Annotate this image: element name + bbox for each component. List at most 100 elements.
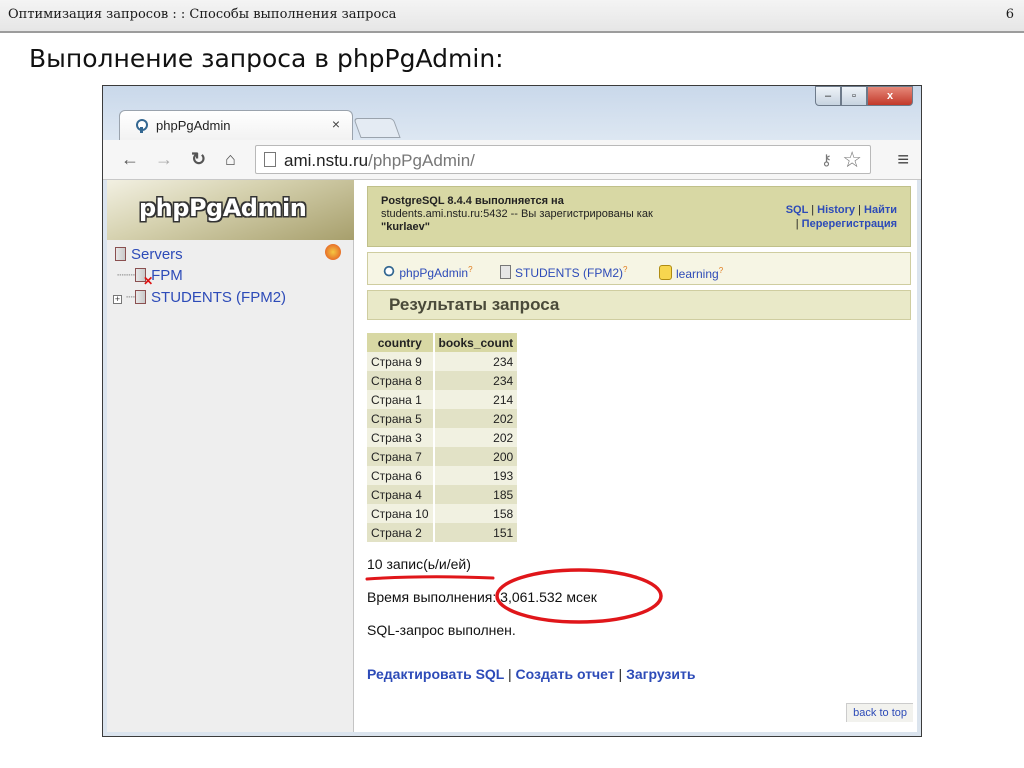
- books-count-cell: 200: [433, 447, 520, 466]
- country-cell: Страна 2: [367, 523, 435, 542]
- table-row: Страна 7 200: [367, 447, 520, 466]
- table-row: Страна 1 214: [367, 390, 520, 409]
- slide-breadcrumb: Оптимизация запросов : : Способы выполне…: [8, 7, 397, 22]
- country-cell: Страна 8: [367, 371, 435, 390]
- back-to-top-link[interactable]: back to top: [846, 703, 913, 722]
- table-row: Страна 5 202: [367, 409, 520, 428]
- country-cell: Страна 4: [367, 485, 435, 504]
- column-header: country: [367, 333, 435, 352]
- maximize-button[interactable]: ▫: [841, 86, 867, 106]
- slide-page-number: 6: [1005, 7, 1014, 22]
- info-line-3: "kurlaev": [381, 221, 430, 233]
- find-link[interactable]: Найти: [864, 204, 897, 216]
- create-report-link[interactable]: Создать отчет: [516, 666, 615, 682]
- books-count-cell: 234: [433, 352, 520, 371]
- country-cell: Страна 10: [367, 504, 435, 523]
- slide-title: Выполнение запроса в phpPgAdmin:: [29, 44, 504, 73]
- refresh-icon[interactable]: [325, 244, 341, 260]
- table-row: Страна 8 234: [367, 371, 520, 390]
- section-title: Результаты запроса: [367, 290, 911, 320]
- action-links: Редактировать SQL | Создать отчет | Загр…: [367, 666, 696, 682]
- servers-icon: [115, 247, 126, 261]
- table-header-row: country books_count: [367, 333, 520, 352]
- table-row: Страна 4 185: [367, 485, 520, 504]
- results-table: country books_count Страна 9 234 Страна 82…: [367, 333, 520, 542]
- address-bar[interactable]: ami.nstu.ru/phpPgAdmin/ ⚷ ☆: [255, 145, 871, 174]
- table-row: Страна 6 193: [367, 466, 520, 485]
- edit-sql-link[interactable]: Редактировать SQL: [367, 666, 504, 682]
- table-row: Страна 3 202: [367, 428, 520, 447]
- history-link[interactable]: History: [817, 204, 855, 216]
- reload-icon[interactable]: ↻: [191, 149, 206, 170]
- tree-item-servers[interactable]: Servers: [115, 246, 183, 263]
- database-icon: [659, 265, 672, 280]
- close-window-button[interactable]: x: [867, 86, 913, 106]
- help-icon[interactable]: ?: [719, 266, 723, 275]
- logo-banner: phpPgAdmin: [107, 180, 354, 240]
- books-count-cell: 234: [433, 371, 520, 390]
- tree-item-students[interactable]: + ┈ STUDENTS (FPM2): [113, 288, 286, 306]
- key-icon[interactable]: ⚷: [821, 151, 832, 169]
- table-row: Страна 10 158: [367, 504, 520, 523]
- tab-close-icon[interactable]: ×: [332, 116, 340, 132]
- menu-icon[interactable]: ≡: [897, 149, 909, 172]
- info-line-1: PostgreSQL 8.4.4 выполняется на: [381, 195, 564, 207]
- table-row: Страна 2 151: [367, 523, 520, 542]
- trail-server[interactable]: STUDENTS (FPM2)?: [500, 265, 627, 280]
- minimize-button[interactable]: –: [815, 86, 841, 106]
- info-line-2: students.ami.nstu.ru:5432 -- Вы зарегист…: [381, 208, 653, 220]
- bookmark-star-icon[interactable]: ☆: [842, 147, 862, 173]
- address-url: ami.nstu.ru/phpPgAdmin/: [284, 151, 475, 170]
- country-cell: Страна 5: [367, 409, 435, 428]
- window-controls: – ▫ x: [815, 86, 913, 108]
- browser-tab[interactable]: phpPgAdmin ×: [119, 110, 353, 140]
- browser-tree-frame: phpPgAdmin Servers ┈┈ ✕ FPM + ┈ STUDENTS (FP…: [107, 180, 354, 732]
- red-underline-annotation: [365, 575, 495, 581]
- breadcrumb: phpPgAdmin? STUDENTS (FPM2)? learning?: [367, 252, 911, 285]
- help-icon[interactable]: ?: [468, 265, 472, 274]
- books-count-cell: 214: [433, 390, 520, 409]
- new-tab-button[interactable]: [353, 118, 401, 138]
- books-count-cell: 151: [433, 523, 520, 542]
- sql-link[interactable]: SQL: [786, 204, 808, 216]
- tab-title: phpPgAdmin: [156, 118, 231, 133]
- table-row: Страна 9 234: [367, 352, 520, 371]
- slide-header: Оптимизация запросов : : Способы выполне…: [0, 0, 1024, 33]
- books-count-cell: 193: [433, 466, 520, 485]
- elephant-icon: [383, 265, 395, 277]
- tree-item-fpm[interactable]: ┈┈ ✕ FPM: [117, 266, 183, 288]
- country-cell: Страна 7: [367, 447, 435, 466]
- browser-toolbar: ← → ↻ ⌂ ami.nstu.ru/phpPgAdmin/ ⚷ ☆ ≡: [103, 140, 921, 180]
- server-icon: [500, 265, 511, 279]
- page-icon: [264, 152, 276, 167]
- browser-titlebar: phpPgAdmin × – ▫ x: [103, 86, 921, 140]
- sql-status: SQL-запрос выполнен.: [367, 622, 516, 638]
- rows-count: 10 запис(ь/и/ей): [367, 556, 471, 572]
- country-cell: Страна 3: [367, 428, 435, 447]
- books-count-cell: 158: [433, 504, 520, 523]
- red-circle-annotation: [495, 568, 663, 624]
- country-cell: Страна 9: [367, 352, 435, 371]
- expand-icon[interactable]: +: [113, 295, 122, 304]
- server-disconnected-icon: ✕: [135, 268, 153, 288]
- home-icon[interactable]: ⌂: [225, 149, 236, 170]
- trail-database[interactable]: learning?: [659, 265, 723, 281]
- country-cell: Страна 6: [367, 466, 435, 485]
- page-viewport: phpPgAdmin Servers ┈┈ ✕ FPM + ┈ STUDENTS (FP…: [107, 180, 917, 732]
- elephant-icon: [136, 119, 148, 133]
- forward-arrow-icon[interactable]: →: [155, 149, 173, 170]
- top-links: SQL | History | Найти | Перерегистрация: [785, 204, 897, 230]
- country-cell: Страна 1: [367, 390, 435, 409]
- browser-window: phpPgAdmin × – ▫ x ← → ↻ ⌂ ami.nstu.ru/p…: [102, 85, 922, 737]
- books-count-cell: 202: [433, 409, 520, 428]
- trail-home[interactable]: phpPgAdmin?: [382, 265, 473, 280]
- back-arrow-icon[interactable]: ←: [121, 149, 139, 170]
- server-icon: [135, 290, 147, 304]
- help-icon[interactable]: ?: [623, 265, 627, 274]
- books-count-cell: 185: [433, 485, 520, 504]
- download-link[interactable]: Загрузить: [626, 666, 695, 682]
- books-count-cell: 202: [433, 428, 520, 447]
- reregister-link[interactable]: Перерегистрация: [802, 218, 897, 230]
- phppgadmin-logo: phpPgAdmin: [139, 194, 307, 222]
- connection-info-bar: PostgreSQL 8.4.4 выполняется на students…: [367, 186, 911, 247]
